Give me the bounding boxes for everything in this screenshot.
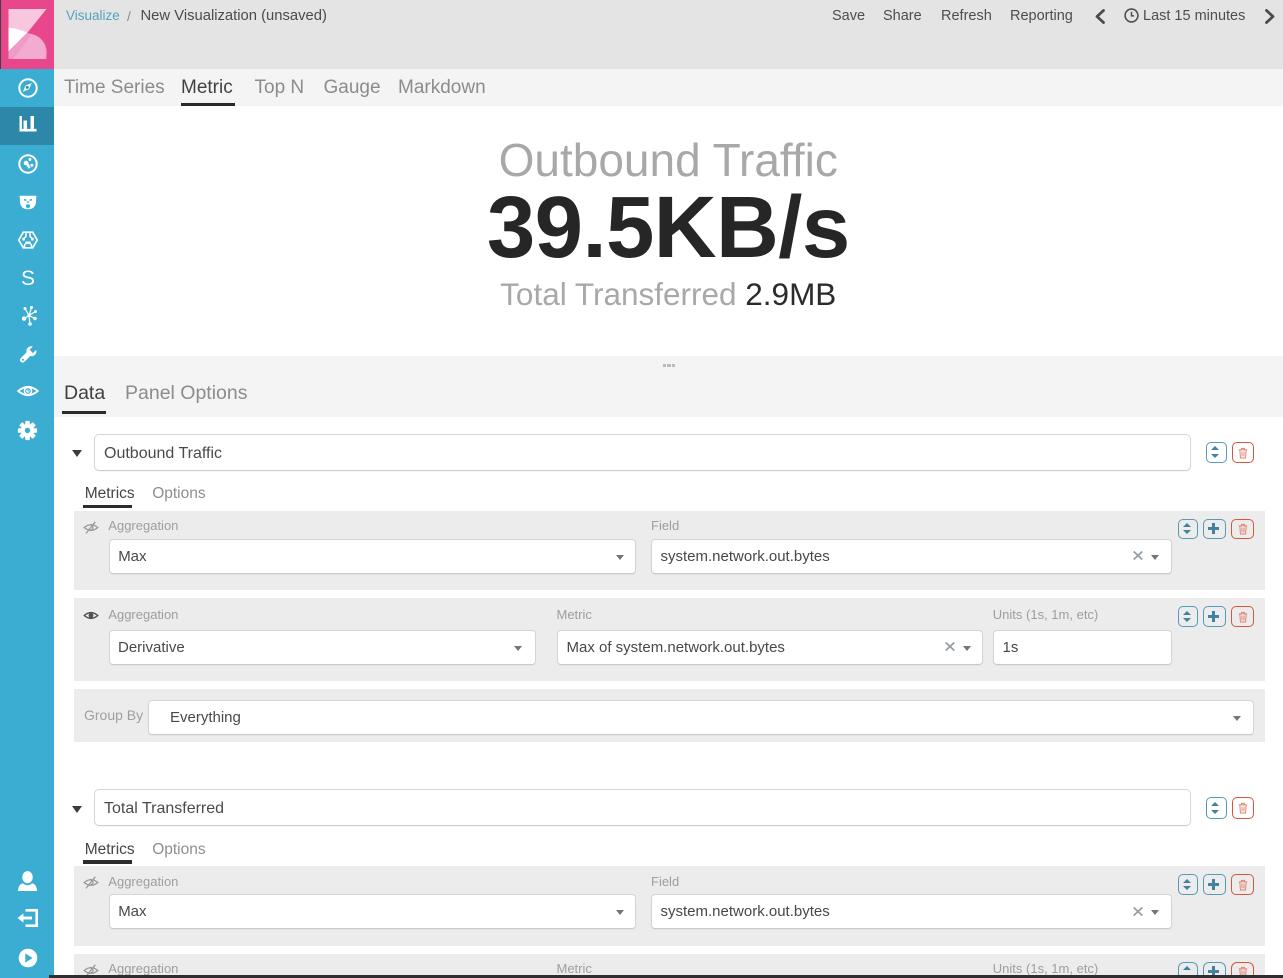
svg-text:S: S — [20, 267, 34, 289]
